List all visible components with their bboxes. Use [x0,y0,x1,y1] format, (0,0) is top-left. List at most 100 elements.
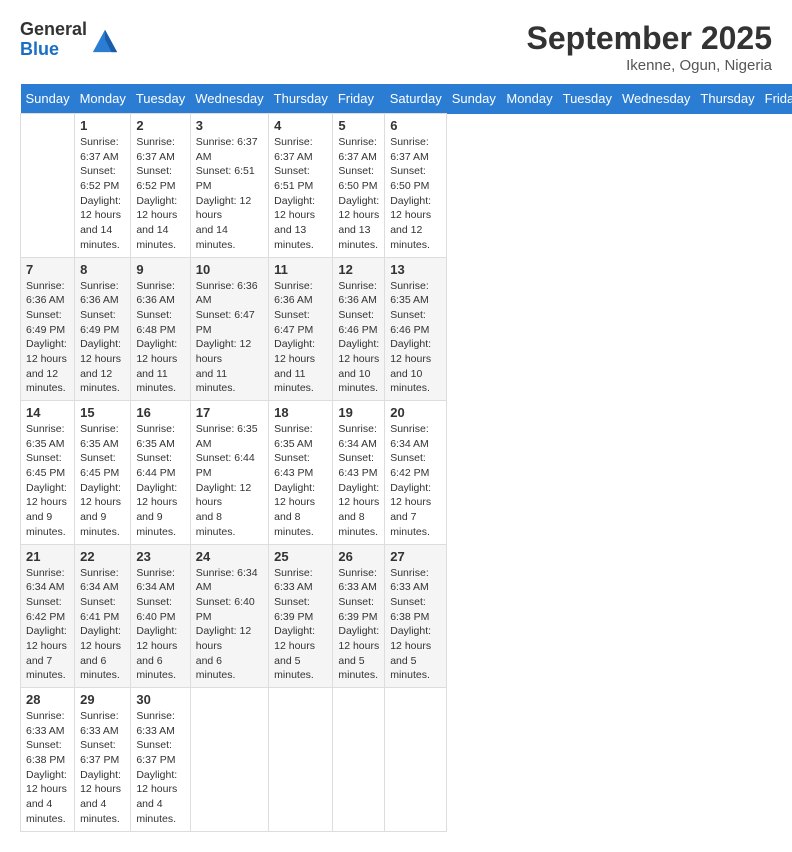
calendar-cell: 15 Sunrise: 6:35 AM Sunset: 6:45 PM Dayli… [75,401,131,545]
day-number: 17 [196,405,263,420]
day-number: 8 [80,262,125,277]
day-header-sunday: Sunday [447,84,502,114]
calendar-cell: 14Sunrise: 6:35 AM Sunset: 6:45 PM Dayli… [21,401,75,545]
day-info: Sunrise: 6:33 AM Sunset: 6:39 PM Dayligh… [274,567,315,682]
day-header-tuesday: Tuesday [131,84,190,114]
calendar-cell: 20Sunrise: 6:34 AM Sunset: 6:42 PM Dayli… [385,401,447,545]
day-header-saturday: Saturday [385,84,447,114]
day-info: Sunrise: 6:33 AM Sunset: 6:38 PM Dayligh… [26,710,67,825]
day-info: Sunrise: 6:37 AM Sunset: 6:51 PM Dayligh… [274,136,315,251]
day-info: Sunrise: 6:37 AM Sunset: 6:50 PM Dayligh… [338,136,379,251]
calendar-cell [333,688,385,832]
calendar-cell: 1 Sunrise: 6:37 AM Sunset: 6:52 PM Daylig… [75,114,131,258]
day-info: Sunrise: 6:37 AM Sunset: 6:51 PM Dayligh… [196,136,258,251]
day-info: Sunrise: 6:35 AM Sunset: 6:44 PM Dayligh… [196,423,258,538]
day-number: 18 [274,405,327,420]
logo-blue-text: Blue [20,40,87,60]
calendar-cell: 18 Sunrise: 6:35 AM Sunset: 6:43 PM Dayli… [269,401,333,545]
day-number: 9 [136,262,184,277]
day-number: 15 [80,405,125,420]
calendar-cell: 19Sunrise: 6:34 AM Sunset: 6:43 PM Dayli… [333,401,385,545]
day-number: 12 [338,262,379,277]
day-number: 11 [274,262,327,277]
calendar-cell: 30 Sunrise: 6:33 AM Sunset: 6:37 PM Dayli… [131,688,190,832]
day-number: 3 [196,118,263,133]
day-header-friday: Friday [760,84,792,114]
day-info: Sunrise: 6:33 AM Sunset: 6:37 PM Dayligh… [136,710,177,825]
calendar-cell: 6 Sunrise: 6:37 AM Sunset: 6:50 PM Daylig… [385,114,447,258]
calendar-cell: 12 Sunrise: 6:36 AM Sunset: 6:46 PM Dayli… [333,257,385,401]
calendar-cell: 27Sunrise: 6:33 AM Sunset: 6:38 PM Dayli… [385,544,447,688]
day-number: 24 [196,549,263,564]
day-number: 2 [136,118,184,133]
day-info: Sunrise: 6:35 AM Sunset: 6:46 PM Dayligh… [390,280,431,395]
calendar-cell: 11 Sunrise: 6:36 AM Sunset: 6:47 PM Dayli… [269,257,333,401]
day-header-monday: Monday [75,84,131,114]
day-header-wednesday: Wednesday [617,84,695,114]
day-info: Sunrise: 6:35 AM Sunset: 6:43 PM Dayligh… [274,423,315,538]
day-number: 5 [338,118,379,133]
day-header-thursday: Thursday [695,84,759,114]
day-number: 1 [80,118,125,133]
day-number: 21 [26,549,69,564]
calendar-cell: 25 Sunrise: 6:33 AM Sunset: 6:39 PM Dayli… [269,544,333,688]
calendar-cell: 8 Sunrise: 6:36 AM Sunset: 6:49 PM Daylig… [75,257,131,401]
day-info: Sunrise: 6:35 AM Sunset: 6:44 PM Dayligh… [136,423,177,538]
day-number: 25 [274,549,327,564]
calendar-cell: 3 Sunrise: 6:37 AM Sunset: 6:51 PM Daylig… [190,114,268,258]
day-info: Sunrise: 6:37 AM Sunset: 6:50 PM Dayligh… [390,136,431,251]
day-number: 16 [136,405,184,420]
calendar-cell: 4 Sunrise: 6:37 AM Sunset: 6:51 PM Daylig… [269,114,333,258]
calendar-cell [190,688,268,832]
day-header-sunday: Sunday [21,84,75,114]
logo: General Blue [20,20,119,60]
day-info: Sunrise: 6:36 AM Sunset: 6:49 PM Dayligh… [80,280,121,395]
day-info: Sunrise: 6:34 AM Sunset: 6:41 PM Dayligh… [80,567,121,682]
day-info: Sunrise: 6:34 AM Sunset: 6:43 PM Dayligh… [338,423,379,538]
day-info: Sunrise: 6:34 AM Sunset: 6:40 PM Dayligh… [196,567,258,682]
day-info: Sunrise: 6:36 AM Sunset: 6:46 PM Dayligh… [338,280,379,395]
calendar-table: SundayMondayTuesdayWednesdayThursdayFrid… [20,84,792,832]
logo-icon [91,26,119,54]
day-number: 4 [274,118,327,133]
day-info: Sunrise: 6:37 AM Sunset: 6:52 PM Dayligh… [136,136,177,251]
calendar-cell: 24 Sunrise: 6:34 AM Sunset: 6:40 PM Dayli… [190,544,268,688]
day-header-thursday: Thursday [269,84,333,114]
day-number: 29 [80,692,125,707]
calendar-cell [269,688,333,832]
month-title: September 2025 [527,20,772,57]
day-info: Sunrise: 6:33 AM Sunset: 6:38 PM Dayligh… [390,567,431,682]
calendar-cell: 17 Sunrise: 6:35 AM Sunset: 6:44 PM Dayli… [190,401,268,545]
calendar-cell: 2 Sunrise: 6:37 AM Sunset: 6:52 PM Daylig… [131,114,190,258]
day-info: Sunrise: 6:34 AM Sunset: 6:40 PM Dayligh… [136,567,177,682]
calendar-cell: 28Sunrise: 6:33 AM Sunset: 6:38 PM Dayli… [21,688,75,832]
calendar-header-row: SundayMondayTuesdayWednesdayThursdayFrid… [21,84,792,114]
calendar-cell [385,688,447,832]
day-info: Sunrise: 6:35 AM Sunset: 6:45 PM Dayligh… [26,423,67,538]
day-info: Sunrise: 6:34 AM Sunset: 6:42 PM Dayligh… [26,567,67,682]
day-number: 30 [136,692,184,707]
day-info: Sunrise: 6:36 AM Sunset: 6:49 PM Dayligh… [26,280,67,395]
page-header: General Blue September 2025 Ikenne, Ogun… [20,20,772,74]
day-info: Sunrise: 6:36 AM Sunset: 6:47 PM Dayligh… [196,280,258,395]
day-number: 20 [390,405,441,420]
calendar-week-1: 1 Sunrise: 6:37 AM Sunset: 6:52 PM Daylig… [21,114,792,258]
day-header-tuesday: Tuesday [558,84,617,114]
day-info: Sunrise: 6:37 AM Sunset: 6:52 PM Dayligh… [80,136,121,251]
day-header-monday: Monday [501,84,557,114]
day-header-wednesday: Wednesday [190,84,268,114]
calendar-cell [21,114,75,258]
calendar-cell: 16 Sunrise: 6:35 AM Sunset: 6:44 PM Dayli… [131,401,190,545]
calendar-week-2: 7 Sunrise: 6:36 AM Sunset: 6:49 PM Daylig… [21,257,792,401]
day-info: Sunrise: 6:36 AM Sunset: 6:47 PM Dayligh… [274,280,315,395]
day-header-friday: Friday [333,84,385,114]
day-info: Sunrise: 6:35 AM Sunset: 6:45 PM Dayligh… [80,423,121,538]
day-number: 7 [26,262,69,277]
logo-general-text: General [20,20,87,40]
location: Ikenne, Ogun, Nigeria [527,57,772,74]
day-number: 6 [390,118,441,133]
calendar-week-4: 21 Sunrise: 6:34 AM Sunset: 6:42 PM Dayli… [21,544,792,688]
calendar-cell: 21 Sunrise: 6:34 AM Sunset: 6:42 PM Dayli… [21,544,75,688]
calendar-cell: 5 Sunrise: 6:37 AM Sunset: 6:50 PM Daylig… [333,114,385,258]
day-info: Sunrise: 6:33 AM Sunset: 6:39 PM Dayligh… [338,567,379,682]
